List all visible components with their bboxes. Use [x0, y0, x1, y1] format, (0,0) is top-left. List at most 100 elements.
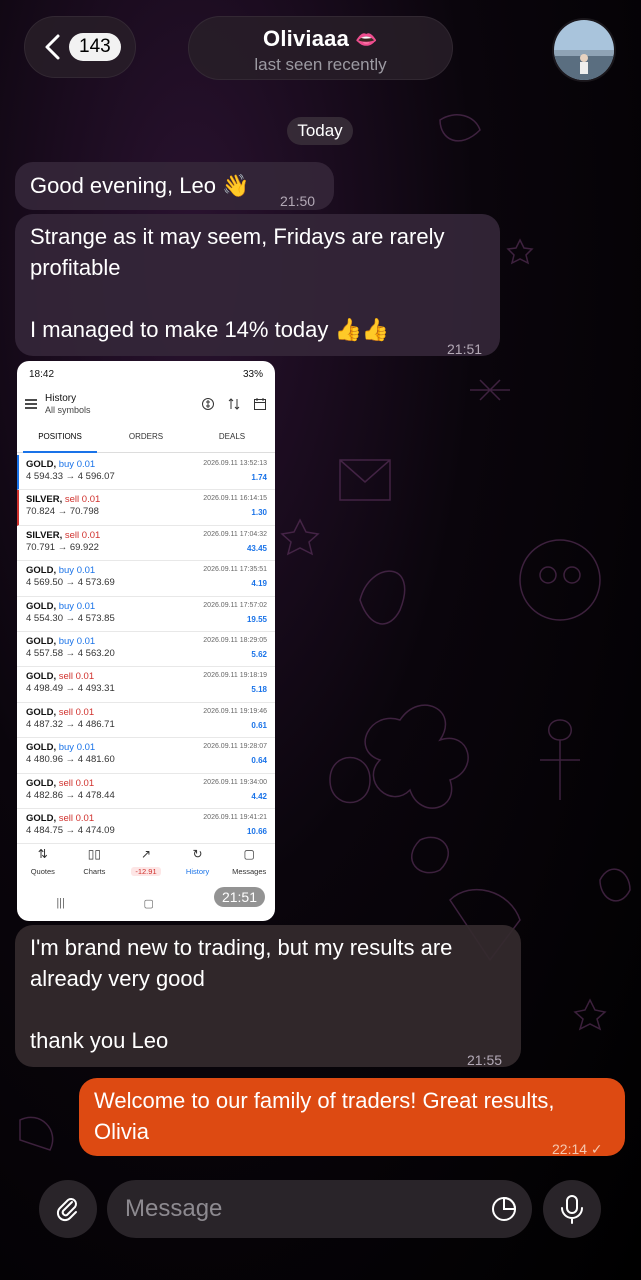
home-icon: ▢ [143, 897, 154, 910]
message-time: 21:50 [280, 193, 316, 209]
trade-side: sell 0.01 [58, 706, 95, 718]
tab-positions: POSITIONS [17, 421, 103, 453]
history-row: GOLD, sell 0.01 4 484.75 → 4 474.09 2026.0… [17, 809, 275, 845]
row-profit: 1.30 [251, 508, 267, 518]
row-prices: 70.824 → 70.798 [26, 506, 99, 518]
row-profit: 0.61 [251, 720, 267, 730]
row-date: 2026.09.11 17:57:02 [203, 601, 267, 609]
paperclip-icon [56, 1198, 77, 1222]
nav-quotes: ⇅ Quotes [17, 845, 69, 885]
row-date: 2026.09.11 18:29:05 [203, 636, 267, 644]
history-row: GOLD, sell 0.01 4 482.86 → 4 478.44 2026.0… [17, 774, 275, 809]
contact-name: Oliviaaa 👄 [189, 26, 452, 52]
symbol-name: GOLD, [26, 565, 57, 577]
history-row: GOLD, buy 0.01 4 557.58 → 4 563.20 2026.09… [17, 632, 275, 668]
row-prices: 4 554.30 → 4 573.85 [26, 612, 115, 624]
symbol-name: GOLD, [26, 635, 57, 647]
history-row: GOLD, sell 0.01 4 498.49 → 4 493.31 2026.0… [17, 667, 275, 703]
message-text: Strange as it may seem, Fridays are rare… [30, 224, 445, 342]
row-profit: 0.64 [251, 756, 267, 766]
menu-icon [25, 399, 37, 409]
incoming-message[interactable]: Good evening, Leo 👋 21:50 [15, 162, 334, 210]
nav-history-label: History [185, 867, 210, 876]
row-profit: 10.66 [246, 826, 267, 836]
lips-emoji: 👄 [355, 29, 378, 50]
message-time: 21:51 [447, 341, 483, 357]
trade-side: sell 0.01 [58, 812, 95, 824]
nav-trade: ↗ -12.91 [120, 845, 172, 885]
symbol-name: GOLD, [26, 777, 57, 789]
trade-side: sell 0.01 [64, 529, 101, 541]
message-time: 21:51 [213, 887, 265, 907]
sticker-icon[interactable] [490, 1195, 518, 1223]
message-time: 21:55 [467, 1052, 503, 1068]
bottom-nav: ⇅ Quotes ▯▯ Charts ↗ -12.91 ↻ History ▢ Messa… [17, 845, 275, 885]
row-date: 2026.09.11 17:35:51 [203, 566, 267, 574]
trade-side: buy 0.01 [58, 459, 96, 470]
row-prices: 4 480.96 → 4 481.60 [26, 754, 115, 766]
row-profit: 5.62 [251, 649, 267, 659]
chat-title[interactable]: Oliviaaa 👄 last seen recently [188, 16, 453, 80]
row-date: 2026.09.11 16:14:15 [203, 495, 267, 503]
chevron-left-icon [45, 34, 60, 60]
back-button[interactable]: 143 [24, 16, 136, 78]
quotes-icon: ⇅ [37, 847, 48, 861]
message-text: Good evening, Leo 👋 [30, 173, 250, 198]
history-row: SILVER, sell 0.01 70.791 → 69.922 2026.09.… [17, 526, 275, 562]
avatar[interactable] [552, 18, 616, 82]
row-profit: 5.18 [251, 685, 267, 695]
battery-level: 33% [242, 368, 263, 380]
history-row: GOLD, buy 0.01 4 480.96 → 4 481.60 2026.09… [17, 738, 275, 774]
row-date: 2026.09.11 13:52:13 [203, 460, 267, 467]
row-profit: 4.42 [251, 791, 267, 801]
outgoing-message[interactable]: Welcome to our family of traders! Great … [79, 1078, 625, 1157]
message-input[interactable]: Message [107, 1180, 532, 1238]
trade-side: buy 0.01 [58, 635, 96, 647]
row-date: 2026.09.11 19:41:21 [203, 813, 267, 821]
message-time: 22:14 ✓ [552, 1141, 603, 1157]
row-profit: 43.45 [246, 543, 267, 553]
mic-button[interactable] [543, 1180, 601, 1238]
row-date: 2026.09.11 19:19:46 [203, 707, 267, 715]
messages-icon: ▢ [243, 847, 255, 861]
symbol-name: GOLD, [26, 812, 57, 824]
incoming-message[interactable]: I'm brand new to trading, but my results… [15, 925, 521, 1068]
trade-side: buy 0.01 [58, 565, 96, 577]
tab-deals: DEALS [218, 431, 246, 441]
message-placeholder: Message [125, 1195, 223, 1222]
row-profit: 4.19 [251, 579, 267, 589]
nav-history: ↻ History [172, 845, 224, 885]
row-prices: 4 569.50 → 4 573.69 [26, 577, 115, 589]
symbol-name: GOLD, [26, 706, 57, 718]
contact-name-text: Oliviaaa [263, 26, 350, 51]
row-prices: 4 482.86 → 4 478.44 [26, 789, 115, 801]
trade-side: sell 0.01 [64, 494, 101, 506]
row-date: 2026.09.11 19:18:19 [203, 672, 267, 680]
nav-quotes-label: Quotes [30, 867, 55, 876]
row-prices: 4 487.32 → 4 486.71 [26, 718, 115, 730]
unread-count-badge: 143 [69, 33, 121, 61]
history-header: History All symbols [17, 387, 275, 421]
trade-side: sell 0.01 [58, 671, 95, 683]
pnl-value: -12.91 [131, 867, 161, 876]
nav-messages: ▢ Messages [223, 845, 275, 885]
row-prices: 4 594.33 → 4 596.07 [26, 471, 115, 482]
trade-side: buy 0.01 [58, 742, 96, 754]
row-date: 2026.09.11 17:04:32 [203, 530, 267, 538]
symbol-name: GOLD, [26, 671, 57, 683]
image-message[interactable]: 18:42 33% History All symbols POSITIONS … [17, 361, 275, 921]
row-prices: 4 557.58 → 4 563.20 [26, 647, 115, 659]
message-text: Welcome to our family of traders! Great … [94, 1088, 561, 1144]
trade-side: sell 0.01 [58, 777, 95, 789]
incoming-message[interactable]: Strange as it may seem, Fridays are rare… [15, 214, 500, 357]
phone-status-bar: 18:42 33% [17, 361, 275, 387]
last-seen-status: last seen recently [254, 55, 387, 74]
nav-charts: ▯▯ Charts [69, 845, 121, 885]
sort-icon [228, 398, 240, 410]
message-text: I'm brand new to trading, but my results… [30, 935, 453, 1053]
row-prices: 4 498.49 → 4 493.31 [26, 683, 115, 695]
microphone-icon [561, 1195, 583, 1224]
attach-button[interactable] [39, 1180, 97, 1238]
row-date: 2026.09.11 19:34:00 [203, 778, 267, 786]
symbol-name: SILVER, [26, 494, 63, 506]
